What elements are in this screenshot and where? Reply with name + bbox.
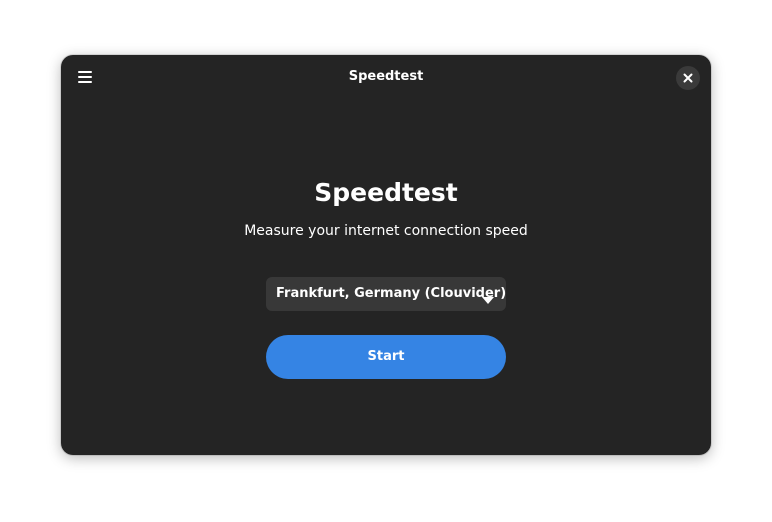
main-subtitle: Measure your internet connection speed <box>244 223 528 239</box>
main-content: Speedtest Measure your internet connecti… <box>61 55 711 455</box>
header-bar: Speedtest <box>61 55 711 101</box>
server-dropdown[interactable]: Frankfurt, Germany (Clouvider) <box>266 277 506 311</box>
main-heading: Speedtest <box>314 178 458 207</box>
app-window: Speedtest Measure your internet connecti… <box>61 55 711 455</box>
start-button[interactable]: Start <box>266 335 506 379</box>
start-button-label: Start <box>367 349 405 364</box>
close-window-button[interactable] <box>676 66 700 90</box>
chevron-down-icon <box>482 290 494 309</box>
window-title: Speedtest <box>348 69 424 84</box>
server-dropdown-label: Frankfurt, Germany (Clouvider) <box>276 286 507 301</box>
